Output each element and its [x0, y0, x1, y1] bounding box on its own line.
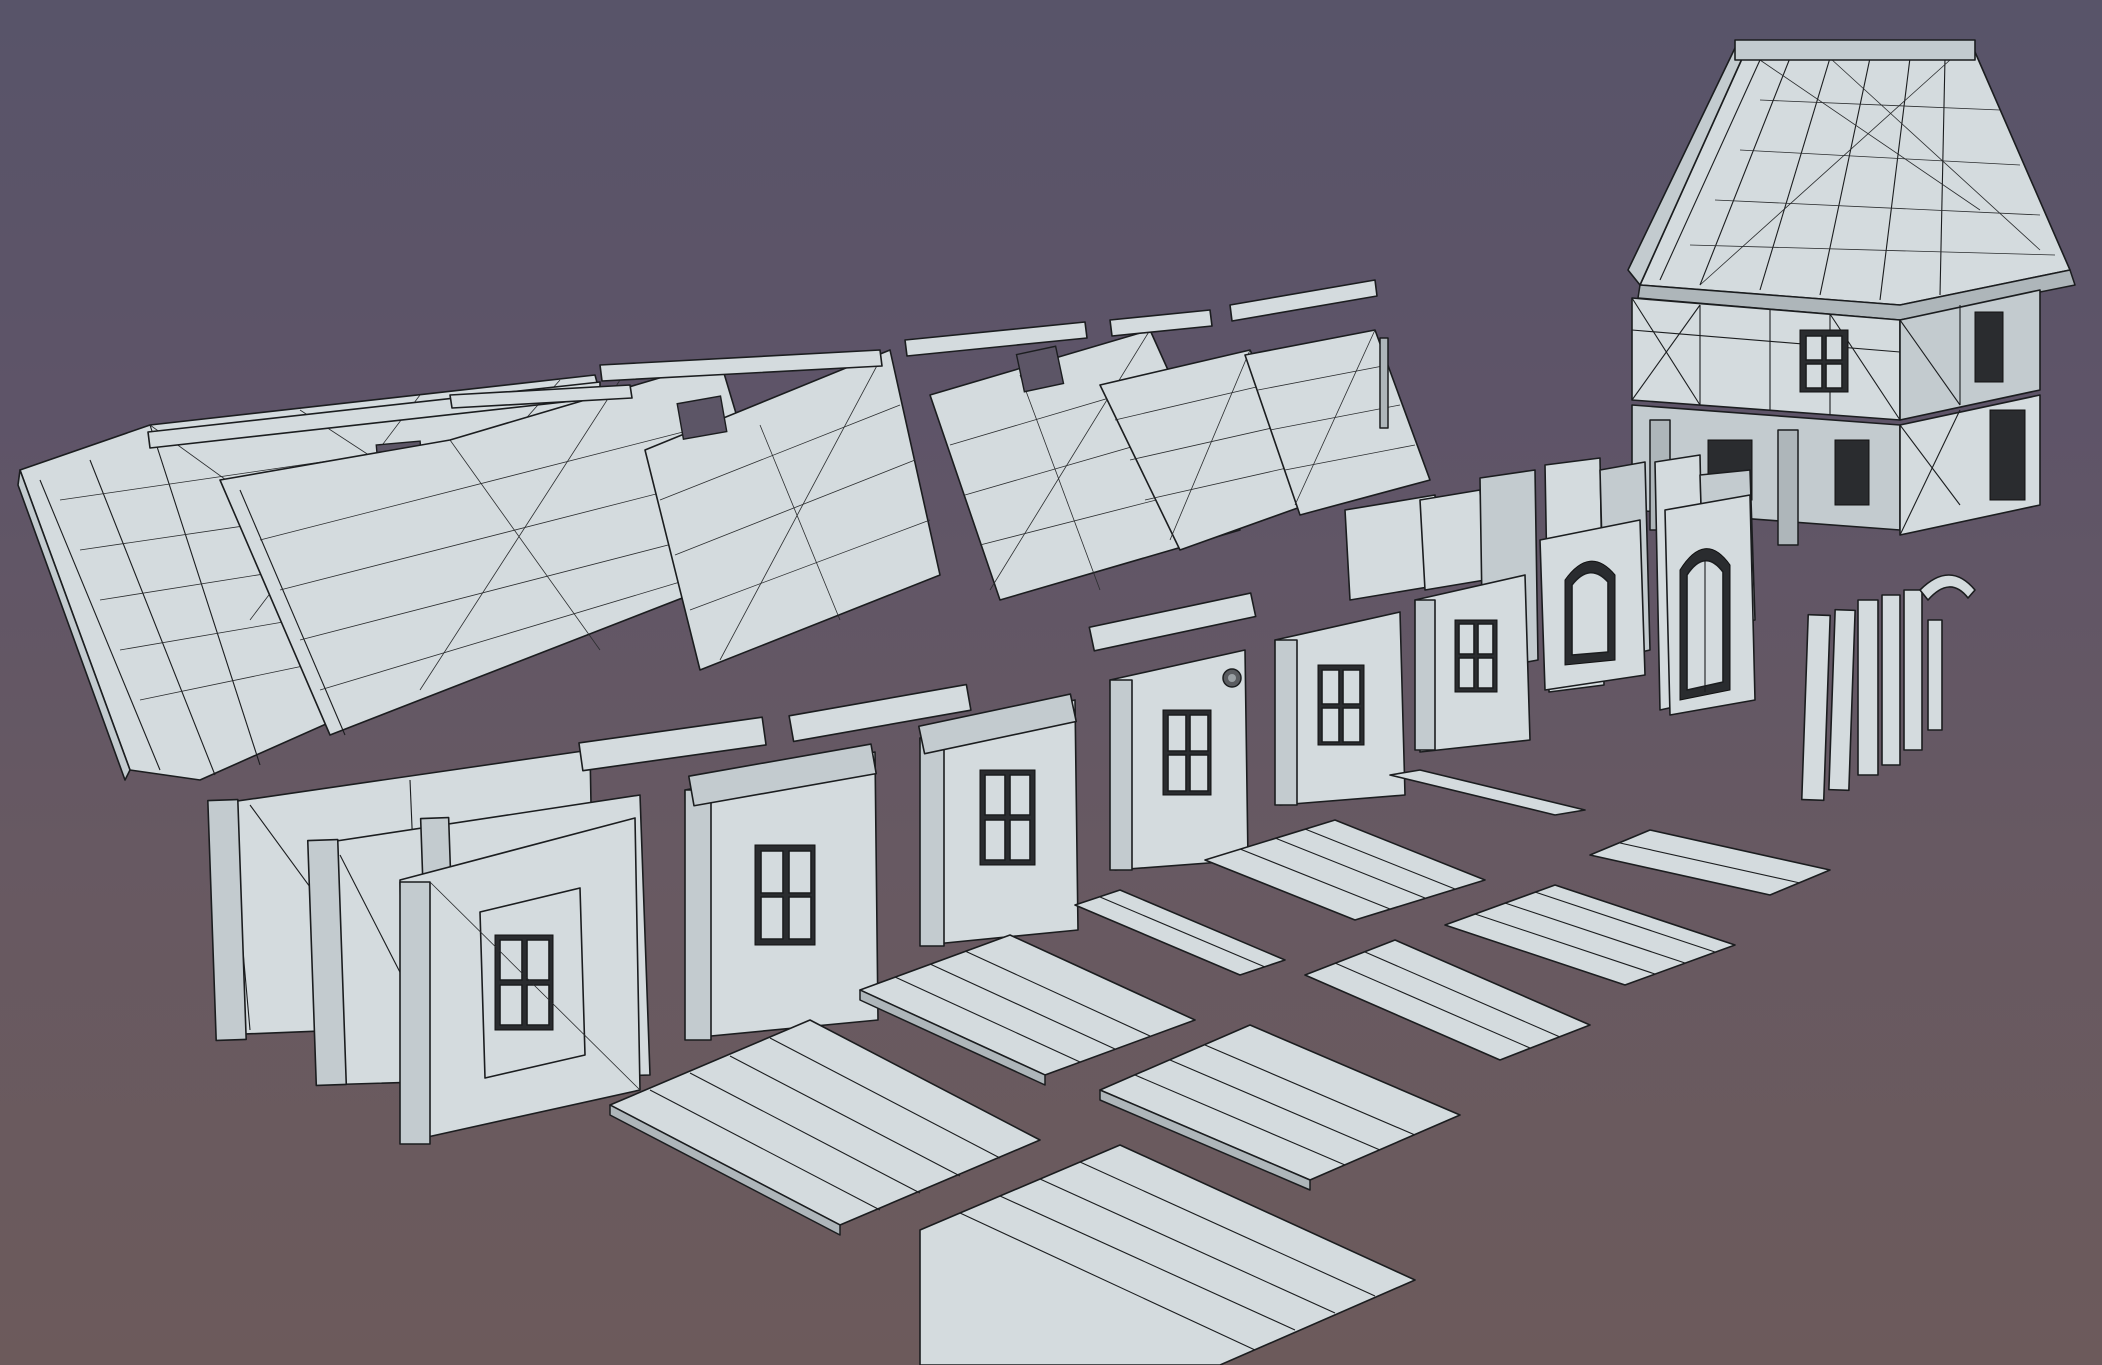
scene-canvas[interactable]	[0, 0, 2102, 1365]
3d-viewport[interactable]	[0, 0, 2102, 1365]
plank-panel-3	[859, 934, 1196, 1086]
plank-panel-2	[919, 1144, 1416, 1365]
wooden-posts[interactable]	[1800, 574, 1976, 802]
pivot-point-icon[interactable]	[1222, 668, 1242, 688]
plank-panel-8	[1389, 769, 1586, 816]
plank-panel-4	[1074, 889, 1286, 976]
plank-panel-9	[1444, 884, 1736, 986]
plank-panel-10	[1589, 829, 1831, 896]
